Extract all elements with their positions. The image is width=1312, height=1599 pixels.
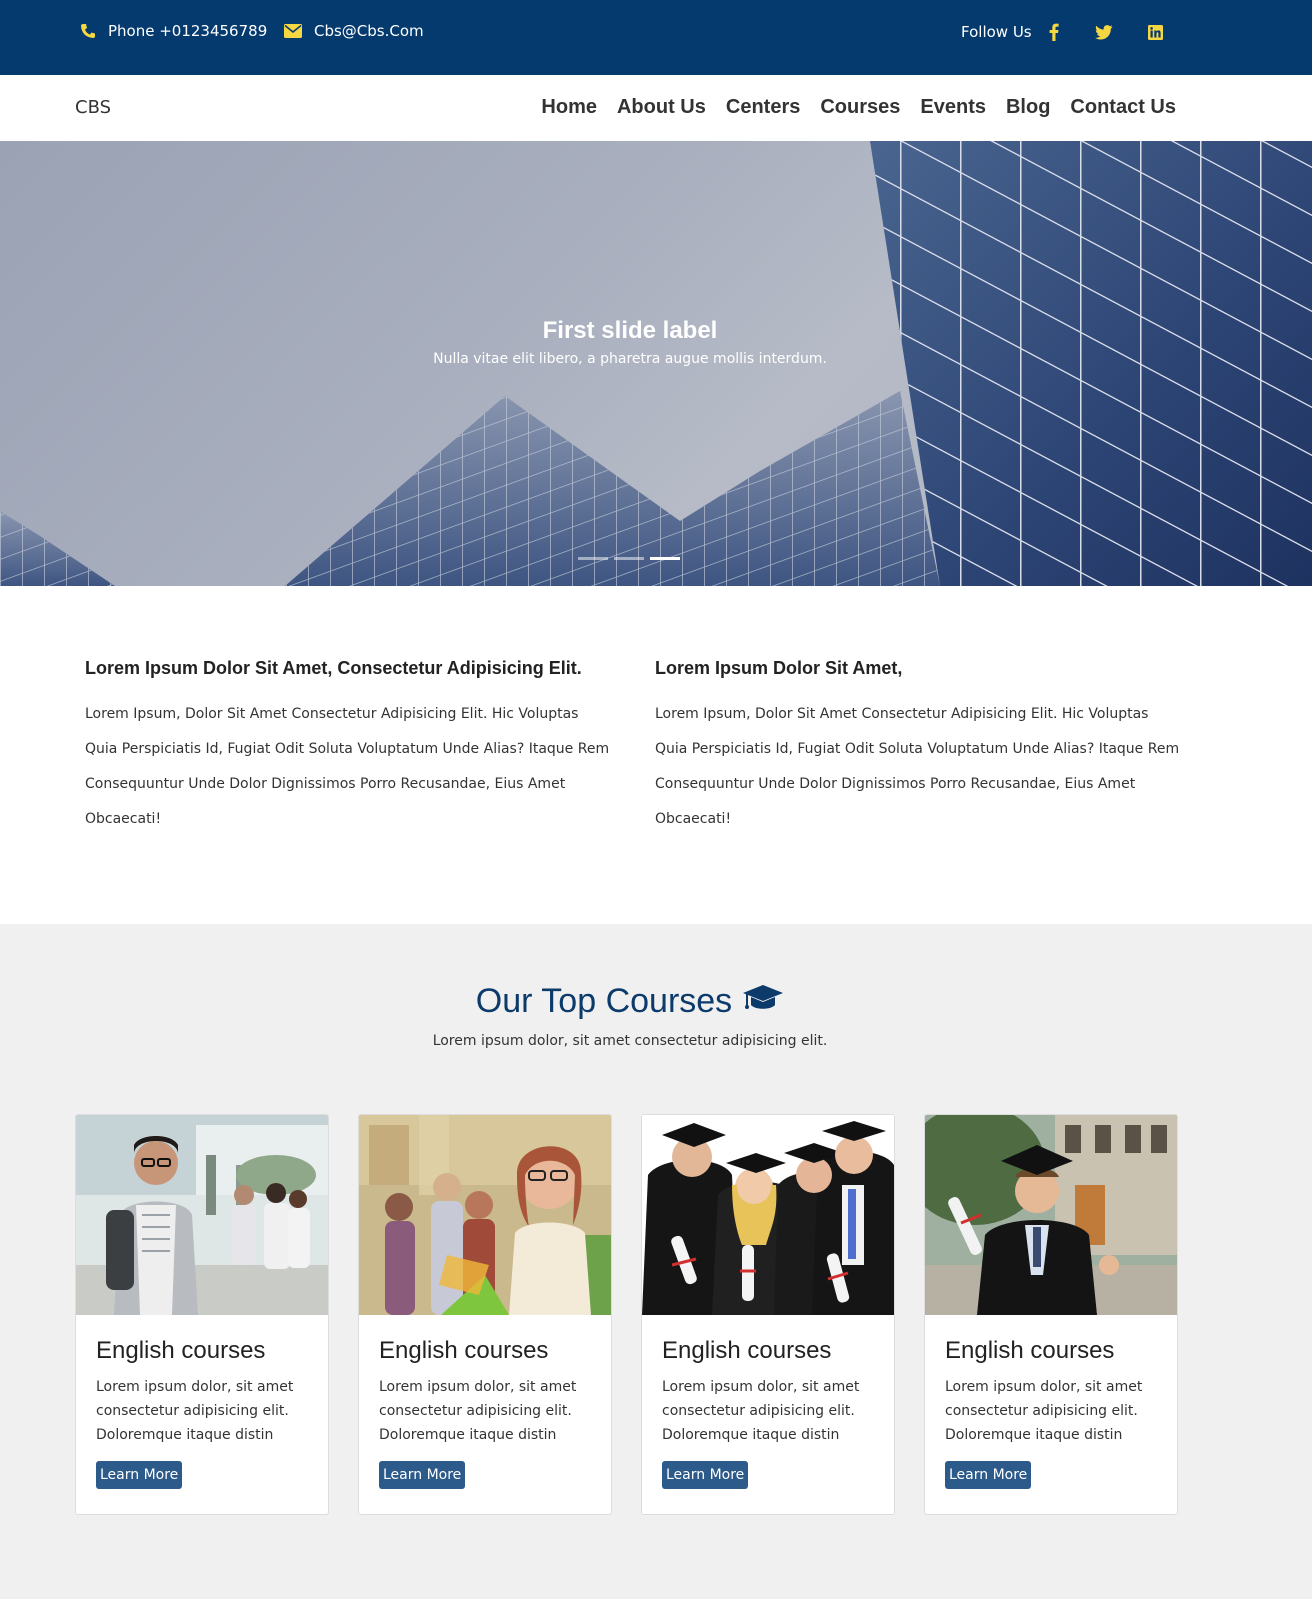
- course-title: English courses: [945, 1337, 1115, 1364]
- course-card-body: English courses Lorem ipsum dolor, sit a…: [359, 1315, 611, 1511]
- hero-carousel[interactable]: First slide label Nulla vitae elit liber…: [0, 141, 1312, 586]
- email-contact[interactable]: Cbs@Cbs.Com: [284, 22, 424, 40]
- intro-column: Lorem Ipsum Dolor Sit Amet, Lorem Ipsum,…: [655, 658, 1185, 837]
- course-description: Lorem ipsum dolor, sit amet consectetur …: [379, 1379, 577, 1443]
- course-card: English courses Lorem ipsum dolor, sit a…: [358, 1114, 612, 1515]
- course-title: English courses: [662, 1337, 832, 1364]
- course-description: Lorem ipsum dolor, sit amet consectetur …: [945, 1379, 1143, 1443]
- twitter-icon[interactable]: [1094, 22, 1114, 42]
- slide-caption: First slide label Nulla vitae elit liber…: [0, 317, 1260, 367]
- linkedin-icon[interactable]: [1146, 22, 1166, 42]
- follow-label: Follow Us: [961, 23, 1032, 41]
- nav-blog[interactable]: Blog: [1006, 96, 1050, 119]
- courses-title-text: Our Top Courses: [475, 982, 733, 1020]
- main-menu: Home About Us Centers Courses Events Blo…: [541, 96, 1176, 119]
- learn-more-button[interactable]: Learn More: [662, 1461, 749, 1489]
- course-card-body: English courses Lorem ipsum dolor, sit a…: [925, 1315, 1177, 1511]
- top-bar: Phone +0123456789 Cbs@Cbs.Com Follow Us: [0, 0, 1312, 75]
- intro-text: Lorem Ipsum, Dolor Sit Amet Consectetur …: [85, 706, 610, 827]
- learn-more-button[interactable]: Learn More: [945, 1461, 1032, 1489]
- course-description: Lorem ipsum dolor, sit amet consectetur …: [96, 1379, 294, 1443]
- social-links: Follow Us: [961, 22, 1166, 42]
- carousel-indicator-2[interactable]: [614, 557, 644, 560]
- nav-contact-us[interactable]: Contact Us: [1070, 96, 1176, 119]
- intro-heading: Lorem Ipsum Dolor Sit Amet, Consectetur …: [85, 658, 582, 678]
- course-card-body: English courses Lorem ipsum dolor, sit a…: [76, 1315, 328, 1511]
- course-title: English courses: [379, 1337, 549, 1364]
- nav-centers[interactable]: Centers: [726, 96, 800, 119]
- course-card-body: English courses Lorem ipsum dolor, sit a…: [642, 1315, 894, 1511]
- learn-more-button[interactable]: Learn More: [379, 1461, 466, 1489]
- nav-courses[interactable]: Courses: [820, 96, 900, 119]
- intro-heading: Lorem Ipsum Dolor Sit Amet,: [655, 658, 903, 678]
- email-text: Cbs@Cbs.Com: [314, 22, 424, 40]
- course-card: English courses Lorem ipsum dolor, sit a…: [641, 1114, 895, 1515]
- navbar: CBS Home About Us Centers Courses Events…: [0, 75, 1312, 141]
- learn-more-button[interactable]: Learn More: [96, 1461, 183, 1489]
- slide-subtitle: Nulla vitae elit libero, a pharetra augu…: [433, 351, 827, 367]
- envelope-icon: [284, 24, 302, 38]
- course-title: English courses: [96, 1337, 266, 1364]
- graduation-cap-icon: [742, 982, 784, 1021]
- courses-title: Our Top Courses: [476, 982, 784, 1021]
- course-card: English courses Lorem ipsum dolor, sit a…: [924, 1114, 1178, 1515]
- courses-subtitle: Lorem ipsum dolor, sit amet consectetur …: [432, 1033, 828, 1049]
- phone-text: Phone +0123456789: [108, 22, 268, 40]
- courses-heading: Our Top Courses Lorem ipsum dolor, sit a…: [0, 982, 1260, 1049]
- course-card: English courses Lorem ipsum dolor, sit a…: [75, 1114, 329, 1515]
- carousel-indicator-1[interactable]: [578, 557, 608, 560]
- course-image-graduates: [642, 1115, 894, 1315]
- brand-logo[interactable]: CBS: [75, 97, 111, 118]
- intro-column: Lorem Ipsum Dolor Sit Amet, Consectetur …: [85, 658, 615, 837]
- nav-home[interactable]: Home: [541, 96, 597, 119]
- top-courses-section: Our Top Courses Lorem ipsum dolor, sit a…: [0, 924, 1312, 1599]
- intro-section: Lorem Ipsum Dolor Sit Amet, Consectetur …: [0, 586, 1312, 924]
- carousel-indicator-3[interactable]: [650, 557, 680, 560]
- phone-contact[interactable]: Phone +0123456789: [80, 22, 267, 40]
- course-image-students-group: [359, 1115, 611, 1315]
- intro-text: Lorem Ipsum, Dolor Sit Amet Consectetur …: [655, 706, 1180, 827]
- facebook-icon[interactable]: [1044, 22, 1064, 42]
- slide-title: First slide label: [542, 317, 718, 344]
- nav-about-us[interactable]: About Us: [617, 96, 706, 119]
- course-image-graduate: [925, 1115, 1177, 1315]
- nav-events[interactable]: Events: [920, 96, 986, 119]
- phone-icon: [80, 23, 96, 39]
- course-description: Lorem ipsum dolor, sit amet consectetur …: [662, 1379, 860, 1443]
- course-image-student: [76, 1115, 328, 1315]
- carousel-indicators: [578, 557, 680, 560]
